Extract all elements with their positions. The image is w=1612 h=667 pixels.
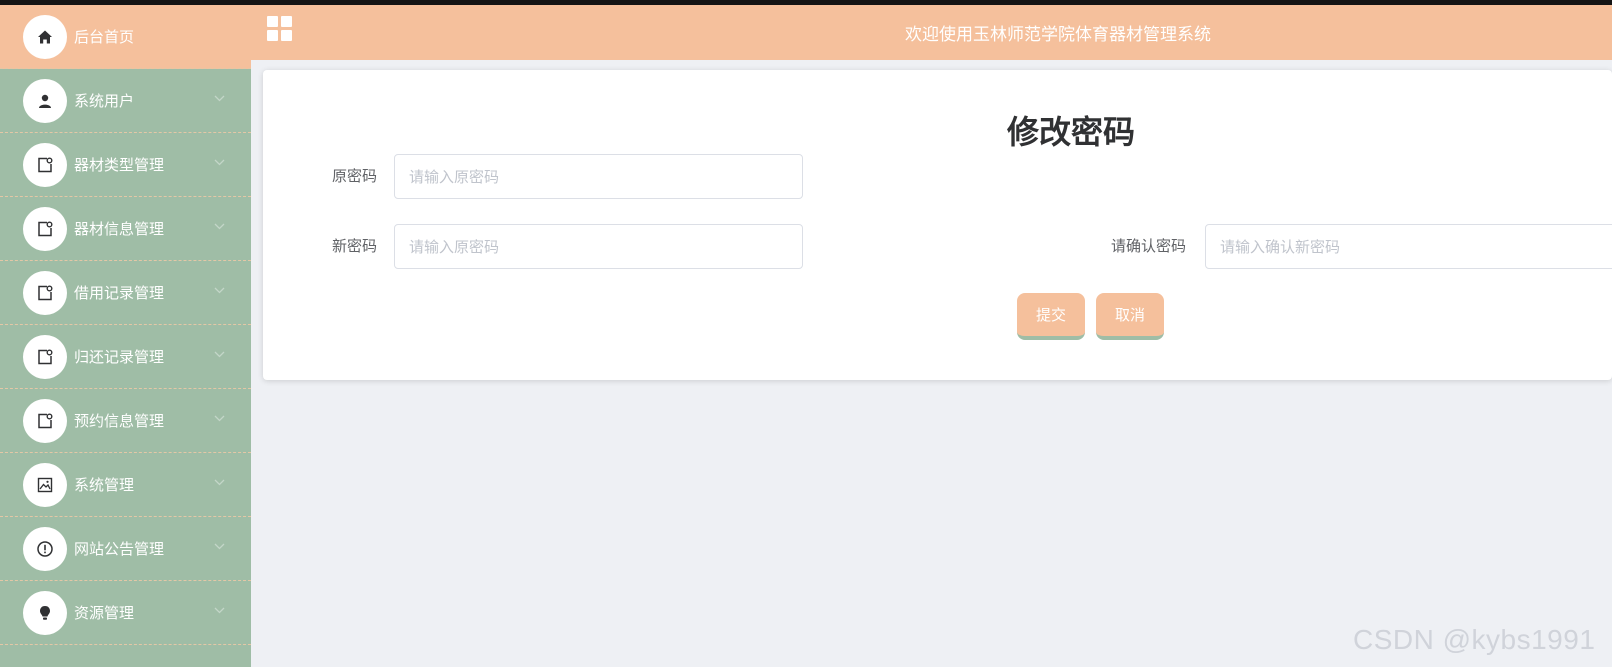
sidebar-item-resources[interactable]: 资源管理 — [0, 581, 251, 645]
document-icon — [23, 270, 67, 315]
confirm-password-label: 请确认密码 — [1111, 237, 1187, 255]
sidebar-item-label: 网站公告管理 — [74, 540, 165, 558]
password-form-card: 修改密码 原密码 新密码 请确认密码 提交 取消 — [263, 70, 1612, 380]
sidebar-item-label: 借用记录管理 — [74, 284, 165, 302]
chevron-down-icon — [214, 223, 225, 230]
new-password-label: 新密码 — [332, 237, 378, 255]
sidebar-item-return-records[interactable]: 归还记录管理 — [0, 325, 251, 389]
sidebar-item-equipment-info[interactable]: 器材信息管理 — [0, 197, 251, 261]
chevron-down-icon — [214, 351, 225, 358]
top-header: 欢迎使用玉林师范学院体育器材管理系统 — [251, 5, 1612, 60]
bulb-icon — [23, 590, 67, 635]
user-icon — [23, 78, 67, 123]
sidebar: 后台首页 系统用户 器材类型管理 器材信息管理 借用记录管理 归还记录管理 预约… — [0, 5, 251, 667]
chevron-down-icon — [214, 607, 225, 614]
sidebar-item-home[interactable]: 后台首页 — [0, 5, 251, 69]
sidebar-item-label: 系统用户 — [74, 92, 135, 110]
sidebar-item-borrow-records[interactable]: 借用记录管理 — [0, 261, 251, 325]
form-title: 修改密码 — [1007, 113, 1136, 151]
picture-icon — [23, 462, 67, 507]
sidebar-item-label: 资源管理 — [74, 604, 135, 622]
old-password-label: 原密码 — [332, 167, 378, 185]
document-icon — [23, 142, 67, 187]
sidebar-item-equipment-types[interactable]: 器材类型管理 — [0, 133, 251, 197]
chevron-down-icon — [214, 287, 225, 294]
grid-icon[interactable] — [267, 16, 293, 42]
old-password-field[interactable] — [394, 154, 803, 199]
sidebar-item-label: 后台首页 — [74, 28, 135, 46]
page-title: 欢迎使用玉林师范学院体育器材管理系统 — [905, 25, 1211, 45]
sidebar-item-label: 器材信息管理 — [74, 220, 165, 238]
sidebar-item-reservations[interactable]: 预约信息管理 — [0, 389, 251, 453]
document-icon — [23, 334, 67, 379]
sidebar-item-system-users[interactable]: 系统用户 — [0, 69, 251, 133]
sidebar-item-announcements[interactable]: 网站公告管理 — [0, 517, 251, 581]
cancel-button[interactable]: 取消 — [1096, 293, 1164, 340]
sidebar-item-label: 归还记录管理 — [74, 348, 165, 366]
sidebar-item-system-management[interactable]: 系统管理 — [0, 453, 251, 517]
main-content: 修改密码 原密码 新密码 请确认密码 提交 取消 — [251, 60, 1612, 667]
chevron-down-icon — [214, 159, 225, 166]
sidebar-item-label: 预约信息管理 — [74, 412, 165, 430]
chevron-down-icon — [214, 543, 225, 550]
confirm-password-field[interactable] — [1205, 224, 1612, 269]
home-icon — [23, 14, 67, 59]
sidebar-item-label: 器材类型管理 — [74, 156, 165, 174]
chevron-down-icon — [214, 479, 225, 486]
chevron-down-icon — [214, 415, 225, 422]
watermark: CSDN @kybs1991 — [1353, 624, 1596, 655]
document-icon — [23, 206, 67, 251]
chevron-down-icon — [214, 95, 225, 102]
warning-icon — [23, 526, 67, 571]
document-icon — [23, 398, 67, 443]
sidebar-item-label: 系统管理 — [74, 476, 135, 494]
new-password-field[interactable] — [394, 224, 803, 269]
submit-button[interactable]: 提交 — [1017, 293, 1085, 340]
